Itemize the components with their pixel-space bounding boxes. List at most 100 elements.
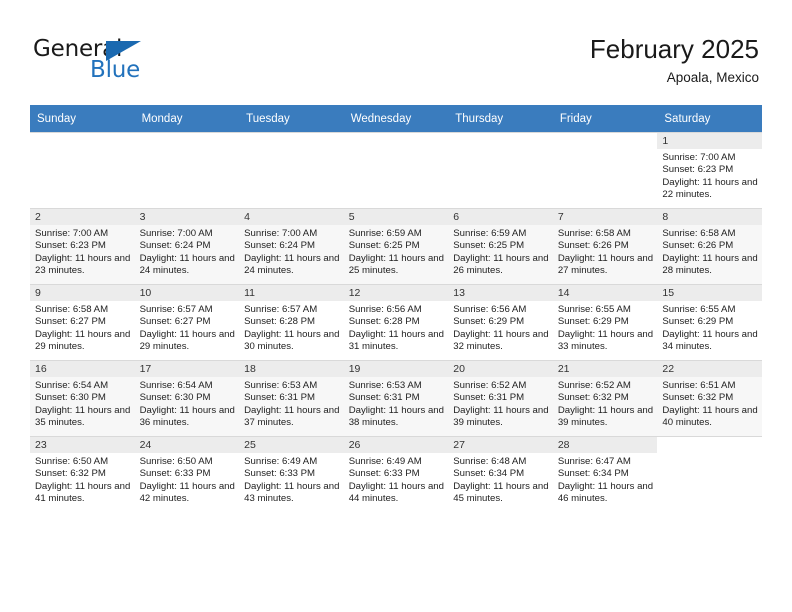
sunrise-text: Sunrise: 6:54 AM (139, 380, 213, 391)
day-number (657, 437, 762, 453)
calendar-day-cell[interactable]: 25 Sunrise: 6:49 AM Sunset: 6:33 PM Dayligh… (239, 436, 344, 512)
calendar-day-cell[interactable]: 28 Sunrise: 6:47 AM Sunset: 6:34 PM Dayligh… (552, 436, 658, 512)
day-details: Sunrise: 6:57 AM Sunset: 6:28 PM Daylight:… (239, 301, 344, 354)
calendar-day-cell[interactable]: 8 Sunrise: 6:58 AM Sunset: 6:26 PM Daylight… (657, 208, 762, 284)
calendar-day-cell[interactable]: 22 Sunrise: 6:51 AM Sunset: 6:32 PM Dayligh… (657, 360, 762, 436)
day-details: Sunrise: 6:54 AM Sunset: 6:30 PM Daylight:… (30, 377, 135, 430)
day-details: Sunrise: 6:50 AM Sunset: 6:32 PM Daylight:… (30, 453, 135, 506)
calendar-day-cell[interactable]: 14 Sunrise: 6:55 AM Sunset: 6:29 PM Dayligh… (552, 284, 658, 360)
day-cell-inner: 14 Sunrise: 6:55 AM Sunset: 6:29 PM Dayligh… (552, 284, 658, 360)
sunset-text: Sunset: 6:34 PM (557, 468, 629, 480)
sunset-text: Sunset: 6:32 PM (662, 392, 734, 404)
calendar-day-cell[interactable]: 3 Sunrise: 7:00 AM Sunset: 6:24 PM Daylight… (134, 208, 240, 284)
calendar-day-cell[interactable]: 16 Sunrise: 6:54 AM Sunset: 6:30 PM Dayligh… (30, 360, 135, 436)
day-number: 16 (30, 361, 135, 377)
calendar-day-cell[interactable]: 18 Sunrise: 6:53 AM Sunset: 6:31 PM Dayligh… (239, 360, 344, 436)
day-cell-inner (30, 132, 135, 208)
calendar-day-cell[interactable]: 19 Sunrise: 6:53 AM Sunset: 6:31 PM Dayligh… (343, 360, 449, 436)
day-number: 9 (30, 285, 135, 301)
sunrise-text: Sunrise: 6:58 AM (662, 228, 736, 239)
sunrise-text: Sunrise: 6:48 AM (453, 456, 527, 467)
calendar-day-cell[interactable]: 21 Sunrise: 6:52 AM Sunset: 6:32 PM Dayligh… (552, 360, 658, 436)
calendar-day-cell[interactable]: 11 Sunrise: 6:57 AM Sunset: 6:28 PM Dayligh… (239, 284, 344, 360)
sunrise-text: Sunrise: 6:59 AM (453, 228, 527, 239)
calendar-day-cell[interactable]: 13 Sunrise: 6:56 AM Sunset: 6:29 PM Dayligh… (448, 284, 553, 360)
calendar-day-cell[interactable]: 12 Sunrise: 6:56 AM Sunset: 6:28 PM Dayligh… (343, 284, 449, 360)
day-number (239, 133, 344, 149)
day-number: 7 (552, 209, 658, 225)
day-details: Sunrise: 6:53 AM Sunset: 6:31 PM Daylight:… (344, 377, 449, 430)
daylight-text: Daylight: 11 hours and 43 minutes. (244, 480, 340, 505)
daylight-text: Daylight: 11 hours and 29 minutes. (35, 328, 131, 353)
daylight-text: Daylight: 11 hours and 28 minutes. (662, 252, 758, 277)
generalblue-logo[interactable]: General Blue (33, 36, 163, 86)
day-details: Sunrise: 6:56 AM Sunset: 6:29 PM Daylight:… (448, 301, 553, 354)
calendar-day-cell[interactable]: 7 Sunrise: 6:58 AM Sunset: 6:26 PM Daylight… (552, 208, 658, 284)
sunset-text: Sunset: 6:27 PM (139, 316, 211, 328)
calendar-day-cell[interactable]: 6 Sunrise: 6:59 AM Sunset: 6:25 PM Daylight… (448, 208, 553, 284)
sunset-text: Sunset: 6:33 PM (244, 468, 316, 480)
day-number: 18 (239, 361, 344, 377)
calendar-day-cell[interactable]: 20 Sunrise: 6:52 AM Sunset: 6:31 PM Dayligh… (448, 360, 553, 436)
day-number: 20 (448, 361, 553, 377)
day-number: 14 (552, 285, 658, 301)
calendar-day-cell[interactable]: 5 Sunrise: 6:59 AM Sunset: 6:25 PM Daylight… (343, 208, 449, 284)
daylight-text: Daylight: 11 hours and 23 minutes. (35, 252, 131, 277)
calendar-page: General Blue February 2025 Apoala, Mexic… (0, 0, 792, 612)
day-cell-inner: 9 Sunrise: 6:58 AM Sunset: 6:27 PM Daylight… (30, 284, 135, 360)
day-details: Sunrise: 6:51 AM Sunset: 6:32 PM Daylight:… (657, 377, 762, 430)
calendar-day-cell[interactable]: 17 Sunrise: 6:54 AM Sunset: 6:30 PM Dayligh… (134, 360, 240, 436)
day-cell-inner (552, 132, 658, 208)
daylight-text: Daylight: 11 hours and 31 minutes. (348, 328, 444, 353)
day-number: 3 (134, 209, 240, 225)
day-cell-inner: 16 Sunrise: 6:54 AM Sunset: 6:30 PM Dayligh… (30, 360, 135, 436)
day-cell-inner (657, 436, 762, 512)
calendar-day-cell[interactable]: 2 Sunrise: 7:00 AM Sunset: 6:23 PM Daylight… (30, 208, 135, 284)
day-cell-inner: 18 Sunrise: 6:53 AM Sunset: 6:31 PM Dayligh… (239, 360, 344, 436)
day-cell-inner (239, 132, 344, 208)
sunset-text: Sunset: 6:23 PM (35, 240, 106, 252)
page-header: General Blue February 2025 Apoala, Mexic… (0, 0, 792, 106)
calendar-day-cell-empty (552, 132, 658, 208)
calendar-day-cell-empty (134, 132, 240, 208)
day-number: 12 (343, 285, 449, 301)
day-details: Sunrise: 6:59 AM Sunset: 6:25 PM Daylight:… (344, 225, 449, 278)
day-cell-inner: 15 Sunrise: 6:55 AM Sunset: 6:29 PM Dayligh… (657, 284, 762, 360)
day-details: Sunrise: 6:58 AM Sunset: 6:26 PM Daylight:… (553, 225, 658, 278)
calendar-day-cell[interactable]: 23 Sunrise: 6:50 AM Sunset: 6:32 PM Dayligh… (30, 436, 135, 512)
calendar-day-cell[interactable]: 26 Sunrise: 6:49 AM Sunset: 6:33 PM Dayligh… (343, 436, 449, 512)
day-number: 26 (343, 437, 449, 453)
day-cell-inner: 7 Sunrise: 6:58 AM Sunset: 6:26 PM Daylight… (552, 208, 658, 284)
calendar-body: 1 Sunrise: 7:00 AM Sunset: 6:23 PM Daylight… (30, 132, 762, 512)
sunset-text: Sunset: 6:30 PM (139, 392, 211, 404)
sunrise-text: Sunrise: 6:58 AM (35, 304, 109, 315)
day-number: 10 (134, 285, 240, 301)
calendar-grid: Sunday Monday Tuesday Wednesday Thursday… (30, 105, 762, 512)
calendar-day-cell[interactable]: 9 Sunrise: 6:58 AM Sunset: 6:27 PM Daylight… (30, 284, 135, 360)
sunset-text: Sunset: 6:26 PM (557, 240, 629, 252)
day-number: 8 (657, 209, 762, 225)
calendar-day-cell[interactable]: 1 Sunrise: 7:00 AM Sunset: 6:23 PM Daylight… (657, 132, 762, 208)
title-block: February 2025 Apoala, Mexico (590, 34, 759, 86)
day-details: Sunrise: 6:49 AM Sunset: 6:33 PM Daylight:… (239, 453, 344, 506)
daylight-text: Daylight: 11 hours and 33 minutes. (557, 328, 654, 353)
sunrise-text: Sunrise: 7:00 AM (244, 228, 318, 239)
sunset-text: Sunset: 6:29 PM (557, 316, 629, 328)
sunrise-text: Sunrise: 6:53 AM (244, 380, 318, 391)
day-number: 19 (343, 361, 449, 377)
day-cell-inner (134, 132, 240, 208)
calendar-week-row: 1 Sunrise: 7:00 AM Sunset: 6:23 PM Daylight… (30, 132, 762, 208)
calendar-day-cell[interactable]: 27 Sunrise: 6:48 AM Sunset: 6:34 PM Dayligh… (448, 436, 553, 512)
sunset-text: Sunset: 6:23 PM (662, 164, 734, 176)
calendar-day-cell[interactable]: 10 Sunrise: 6:57 AM Sunset: 6:27 PM Dayligh… (134, 284, 240, 360)
calendar-day-cell[interactable]: 15 Sunrise: 6:55 AM Sunset: 6:29 PM Dayligh… (657, 284, 762, 360)
day-cell-inner: 25 Sunrise: 6:49 AM Sunset: 6:33 PM Dayligh… (239, 436, 344, 512)
sunset-text: Sunset: 6:30 PM (35, 392, 106, 404)
day-number: 5 (343, 209, 449, 225)
calendar-day-cell[interactable]: 24 Sunrise: 6:50 AM Sunset: 6:33 PM Dayligh… (134, 436, 240, 512)
day-details: Sunrise: 6:52 AM Sunset: 6:32 PM Daylight:… (553, 377, 658, 430)
calendar-day-cell[interactable]: 4 Sunrise: 7:00 AM Sunset: 6:24 PM Daylight… (239, 208, 344, 284)
day-number: 27 (448, 437, 553, 453)
daylight-text: Daylight: 11 hours and 22 minutes. (662, 176, 758, 201)
sunrise-text: Sunrise: 6:47 AM (557, 456, 631, 467)
